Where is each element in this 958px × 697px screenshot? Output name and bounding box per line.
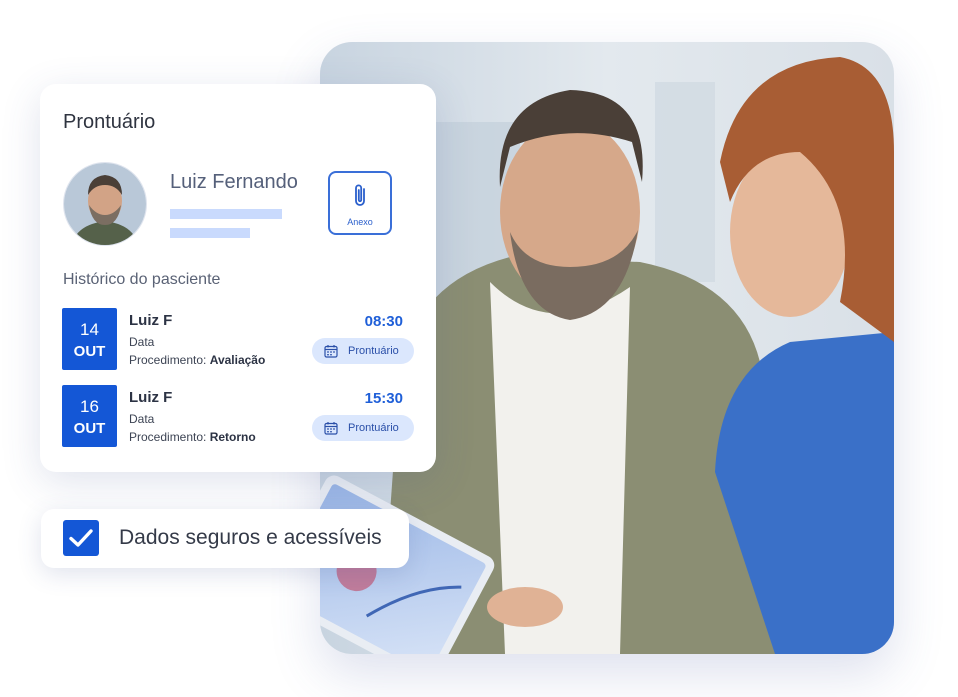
appointment-item: 14 OUT Luiz F Data Procedimento: Avaliaç… <box>40 308 436 370</box>
security-badge: Dados seguros e acessíveis <box>41 509 409 568</box>
patient-record-card: Prontuário Luiz Fernando Anexo Histórico… <box>40 84 436 472</box>
check-icon <box>69 529 93 547</box>
patient-name: Luiz Fernando <box>170 171 298 193</box>
checkbox[interactable] <box>63 520 99 556</box>
calendar-icon <box>324 422 338 435</box>
attachment-label: Anexo <box>347 217 373 227</box>
calendar-icon <box>324 345 338 358</box>
open-record-button[interactable]: Prontuário <box>312 338 414 364</box>
procedure-value: Avaliação <box>209 353 266 367</box>
appointment-procedure: Procedimento: Avaliação <box>129 353 265 367</box>
appointment-date-label: Data <box>129 412 155 426</box>
placeholder-line <box>170 228 250 238</box>
appointment-time: 08:30 <box>364 313 403 330</box>
date-badge: 14 OUT <box>62 308 117 370</box>
appointment-patient-name: Luiz F <box>129 312 173 329</box>
date-month: OUT <box>73 343 106 360</box>
date-month: OUT <box>73 420 106 437</box>
history-title: Histórico do pasciente <box>63 271 221 288</box>
appointment-time: 15:30 <box>364 390 403 407</box>
date-day: 14 <box>80 320 99 339</box>
date-badge: 16 OUT <box>62 385 117 447</box>
appointment-procedure: Procedimento: Retorno <box>129 430 256 444</box>
procedure-value: Retorno <box>209 430 256 444</box>
procedure-label: Procedimento: <box>129 353 207 367</box>
paperclip-icon <box>355 184 365 206</box>
procedure-label: Procedimento: <box>129 430 207 444</box>
open-record-button[interactable]: Prontuário <box>312 415 414 441</box>
badge-text: Dados seguros e acessíveis <box>119 526 382 549</box>
attachment-button[interactable]: Anexo <box>328 171 392 235</box>
card-title: Prontuário <box>63 111 156 133</box>
appointment-item: 16 OUT Luiz F Data Procedimento: Retorno… <box>40 385 436 447</box>
open-record-label: Prontuário <box>348 422 399 434</box>
avatar <box>63 162 147 246</box>
placeholder-line <box>170 209 282 219</box>
appointment-date-label: Data <box>129 335 155 349</box>
open-record-label: Prontuário <box>348 345 399 357</box>
date-day: 16 <box>80 397 99 416</box>
appointment-patient-name: Luiz F <box>129 389 173 406</box>
